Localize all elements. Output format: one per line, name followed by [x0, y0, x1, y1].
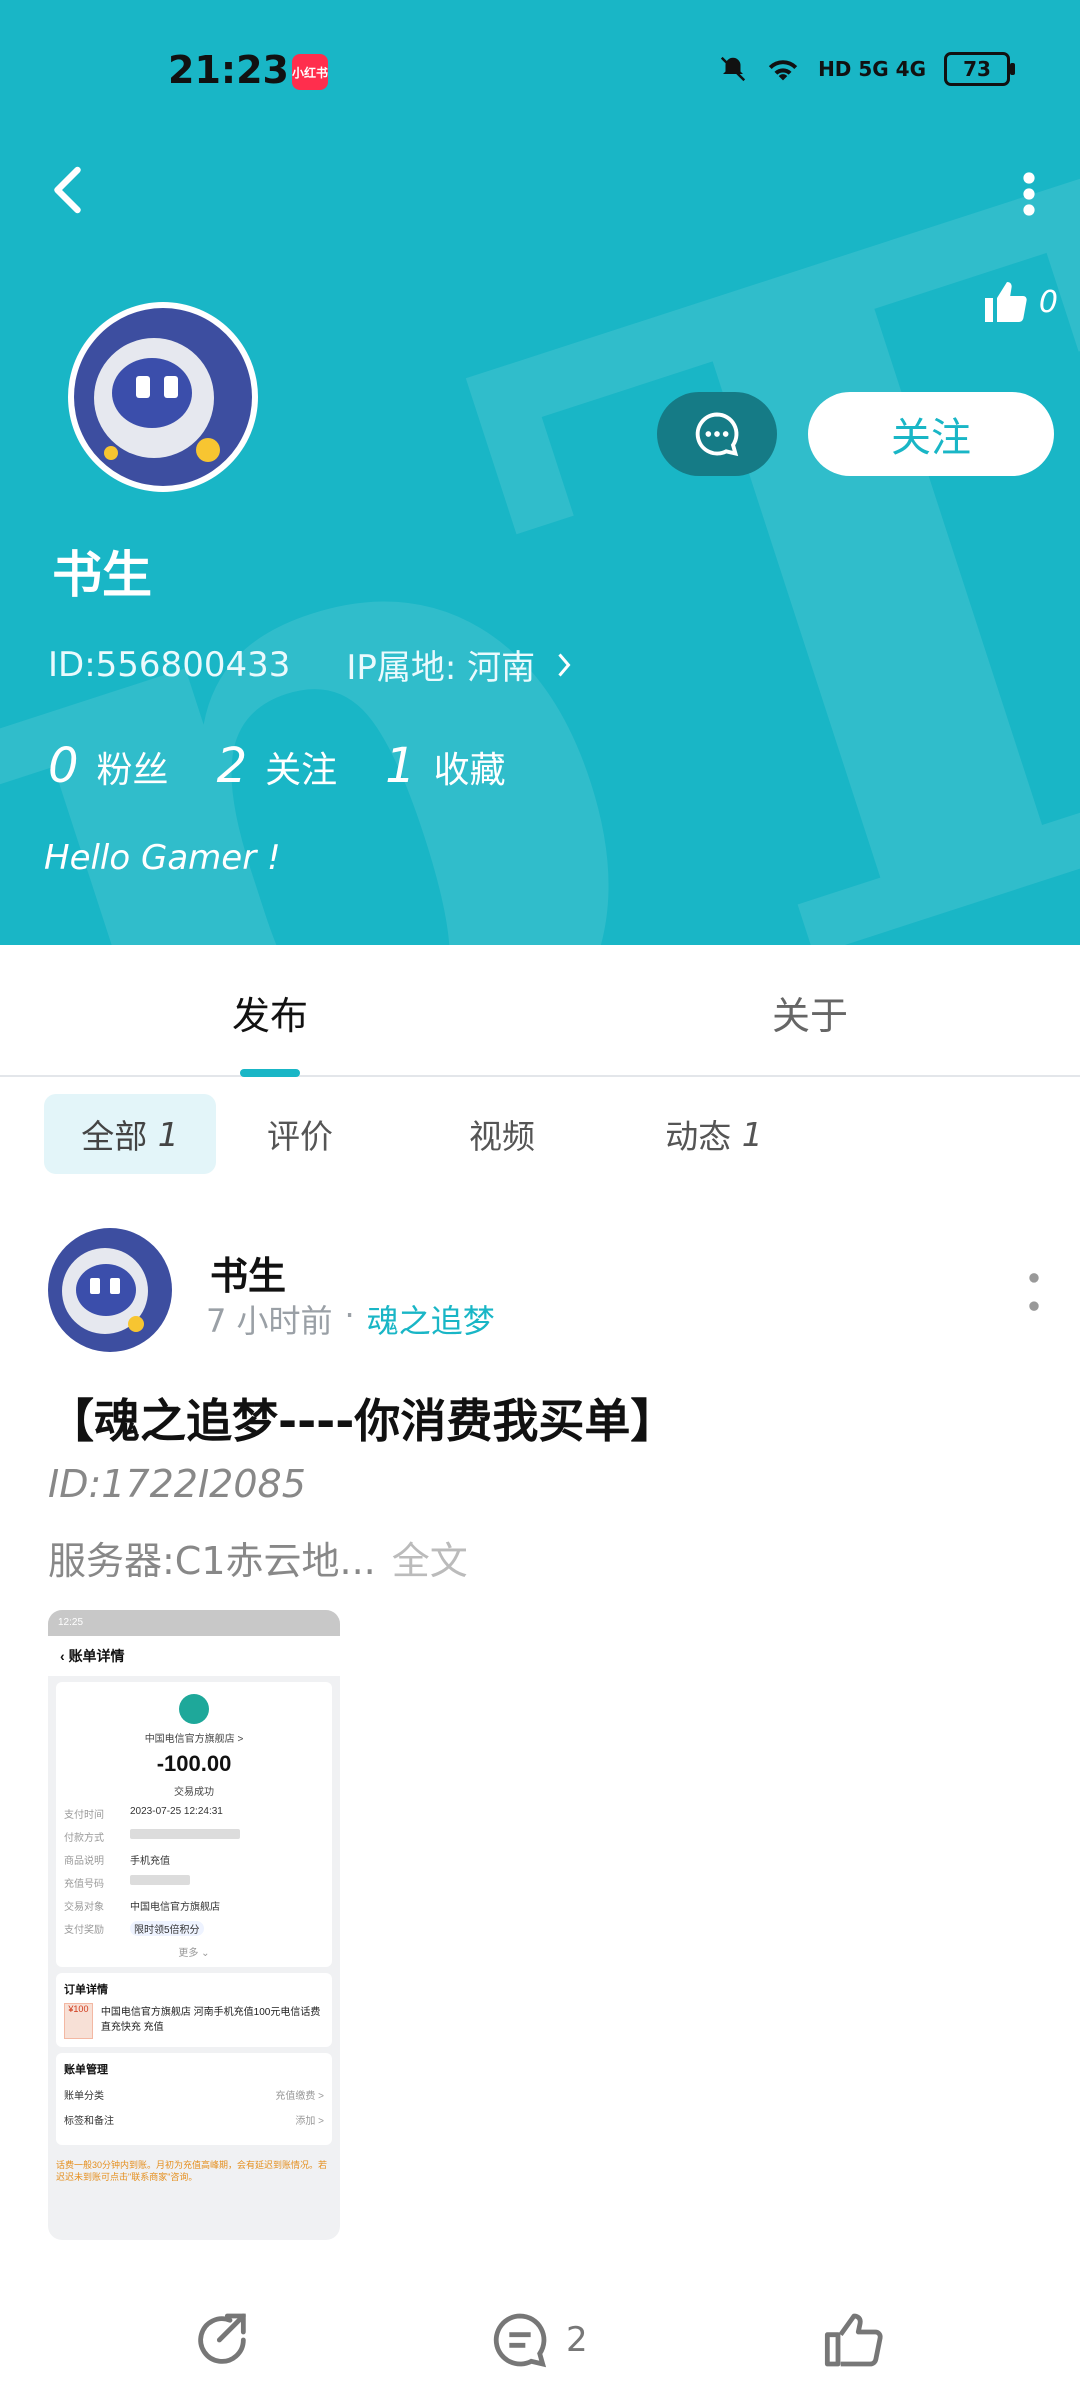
message-button[interactable]	[657, 392, 777, 476]
profile-name: 书生	[52, 546, 152, 604]
thumb-manage-card: 账单管理 账单分类 充值缴费 > 标签和备注 添加 >	[56, 2053, 332, 2145]
thumb-more: 更多 ⌄	[178, 1948, 210, 1959]
user-id: ID:556800433	[48, 644, 291, 685]
thumb-row: 支付奖励 限时领5倍积分	[64, 1921, 324, 1936]
profile-like[interactable]: 0	[981, 278, 1058, 326]
more-options-icon[interactable]	[1016, 170, 1042, 218]
thumb-order-title: 订单详情	[64, 1984, 108, 1996]
thumb-row: 交易对象 中国电信官方旗舰店	[64, 1902, 220, 1913]
tab-publish[interactable]: 发布	[232, 985, 308, 1040]
thumb-store: 中国电信官方旗舰店 >	[144, 1734, 244, 1745]
like-button[interactable]	[822, 2308, 886, 2372]
thumb-row: 充值号码	[64, 1875, 324, 1890]
filter-moments[interactable]: 动态 1	[634, 1094, 794, 1174]
profile-id-line[interactable]: ID:556800433 IP属地: 河南	[48, 640, 575, 689]
thumb-amount: -100.00	[156, 1751, 232, 1776]
filter-chips: 全部 1 评价 视频 动态 1	[44, 1094, 1044, 1174]
share-button[interactable]	[190, 2308, 254, 2372]
post-text-line2[interactable]: 服务器:C1赤云地... 全文	[48, 1530, 468, 1585]
thumb-result: 交易成功	[174, 1787, 214, 1798]
thumb-row: 支付时间 2023-07-25 12:24:31	[64, 1806, 223, 1821]
app-badge-label: 小红书	[292, 65, 329, 80]
profile-stats: 0 粉丝 2 关注 1 收藏	[48, 738, 506, 794]
post-avatar[interactable]	[48, 1228, 172, 1352]
avatar[interactable]	[68, 302, 258, 492]
thumb-row: 商品说明 手机充值	[64, 1856, 170, 1867]
thumb-header: ‹ 账单详情	[48, 1636, 340, 1676]
post-image[interactable]: 12:25 ‹ 账单详情 中国电信官方旗舰店 > -100.00 交易成功 支付…	[48, 1610, 340, 2240]
thumb-footer-note: 话费一般30分钟内到账。月初为充值高峰期，会有延迟到账情况。若迟迟未到账可点击"…	[56, 2160, 328, 2182]
chevron-right-icon	[558, 653, 571, 676]
comment-icon	[493, 2313, 547, 2368]
tab-about[interactable]: 关于	[772, 985, 848, 1040]
thumbs-up-outline-icon	[824, 2313, 883, 2367]
tab-indicator	[240, 1069, 300, 1077]
thumb-manage-title: 账单管理	[64, 2064, 108, 2076]
thumbs-up-icon	[984, 282, 1027, 322]
thumb-row: 付款方式	[64, 1829, 324, 1844]
filter-review[interactable]: 评价	[230, 1094, 370, 1174]
share-icon	[198, 2313, 246, 2364]
post-more-icon[interactable]	[1028, 1272, 1040, 1312]
avatar-image	[74, 308, 252, 486]
ip-location: IP属地: 河南	[346, 648, 536, 688]
status-icons: HD 5G 4G 73	[718, 52, 1015, 86]
thumb-header-title: 账单详情	[68, 1648, 125, 1664]
profile-bio: Hello Gamer !	[44, 838, 281, 878]
stat-fans[interactable]: 0 粉丝	[48, 738, 169, 794]
post-text-line1[interactable]: ID:1722I2085	[48, 1462, 306, 1506]
filter-moments-label: 动态	[665, 1117, 732, 1156]
post-meta: 7 小时前 · 魂之追梦	[206, 1296, 495, 1342]
wifi-icon	[768, 60, 798, 81]
filter-video-label: 视频	[469, 1117, 535, 1156]
status-bar: 21:23 小红书 HD 5G 4G 73	[0, 0, 1080, 140]
post-game-link[interactable]: 魂之追梦	[367, 1296, 495, 1342]
filter-all-label: 全部	[81, 1117, 148, 1156]
back-icon[interactable]	[40, 160, 100, 220]
notification-app-icon: 小红书	[292, 54, 328, 90]
blurred-value	[130, 1829, 240, 1839]
comment-button[interactable]: 2	[488, 2308, 588, 2372]
order-description: 中国电信官方旗舰店 河南手机充值100元电信话费直充快充 充值	[100, 2007, 321, 2033]
chat-bubble-icon	[695, 412, 739, 457]
post-author[interactable]: 书生	[210, 1245, 286, 1300]
thumb-order-card: 订单详情 ¥100 中国电信官方旗舰店 河南手机充值100元电信话费直充快充 充…	[56, 1973, 332, 2047]
mute-bell-icon	[720, 56, 746, 82]
stat-following[interactable]: 2 关注	[217, 738, 338, 794]
post-title[interactable]: 【魂之追梦----你消费我买单】	[48, 1385, 676, 1451]
post-meta-dot: ·	[344, 1296, 355, 1334]
filter-all-count: 1	[157, 1114, 179, 1154]
phone-icon	[179, 1694, 209, 1724]
profile-header: pTa 21:23 小红书 HD 5G 4G 73 0 关注 书生 ID:556…	[0, 0, 1080, 945]
follow-button[interactable]: 关注	[808, 392, 1054, 476]
thumb-status-bar: 12:25	[48, 1610, 340, 1636]
main-tabs: 发布 关于	[0, 945, 1080, 1077]
filter-all[interactable]: 全部 1	[44, 1094, 216, 1174]
status-time: 21:23	[168, 48, 289, 92]
filter-review-label: 评价	[267, 1117, 333, 1156]
battery-indicator: 73	[944, 52, 1015, 86]
stat-favorites[interactable]: 1 收藏	[385, 738, 506, 794]
filter-moments-count: 1	[741, 1114, 763, 1154]
post-excerpt: 服务器:C1赤云地...	[48, 1539, 376, 1583]
battery-level: 73	[963, 57, 991, 81]
post-full-text-link[interactable]: 全文	[392, 1530, 468, 1585]
profile-like-count: 0	[1038, 284, 1058, 320]
thumb-bill-card: 中国电信官方旗舰店 > -100.00 交易成功 支付时间 2023-07-25 …	[56, 1682, 332, 1967]
post-time: 7 小时前	[206, 1302, 333, 1340]
blurred-value	[130, 1875, 190, 1885]
order-product-image: ¥100	[64, 2003, 93, 2039]
comment-count: 2	[566, 2320, 588, 2360]
post-action-bar: 2	[0, 2300, 1080, 2400]
filter-video[interactable]: 视频	[432, 1094, 572, 1174]
network-indicator: HD 5G 4G	[818, 57, 926, 81]
